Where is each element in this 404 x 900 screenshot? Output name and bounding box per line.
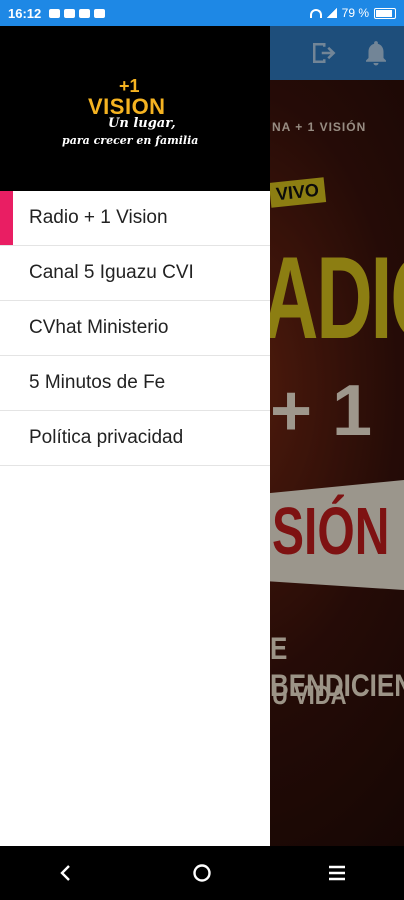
recents-icon[interactable] [317,853,357,893]
notification-icons [49,8,106,18]
navigation-drawer: +1 VISION Un lugar, para crecer en famil… [0,26,270,846]
battery-icon [374,7,396,19]
menu-item-privacy[interactable]: Política privacidad [0,411,270,466]
drawer-header: +1 VISION Un lugar, para crecer en famil… [0,26,270,191]
menu-item-canal-5[interactable]: Canal 5 Iguazu CVI [0,246,270,301]
signal-icon [326,8,337,18]
home-icon[interactable] [182,853,222,893]
menu-item-cvhat[interactable]: CVhat Ministerio [0,301,270,356]
menu-item-5-minutos[interactable]: 5 Minutos de Fe [0,356,270,411]
status-time: 16:12 [8,5,42,21]
system-icons: 79 % [309,0,396,26]
message-icon [64,8,76,18]
drawer-menu: Radio + 1 Vision Canal 5 Iguazu CVI CVha… [0,191,270,466]
status-bar: 16:12 79 % [0,0,404,26]
cloud-icon [79,8,91,18]
wifi-icon [309,8,322,18]
logo-tagline-2: para crecer en familia [62,134,199,147]
battery-percent: 79 % [341,6,369,20]
system-nav-bar [0,846,404,900]
notification-icon [49,8,61,18]
menu-item-radio[interactable]: Radio + 1 Vision [0,191,270,246]
back-icon[interactable] [47,853,87,893]
logo-tagline-1: Un lugar, [108,116,176,131]
cloud-icon [94,8,106,18]
